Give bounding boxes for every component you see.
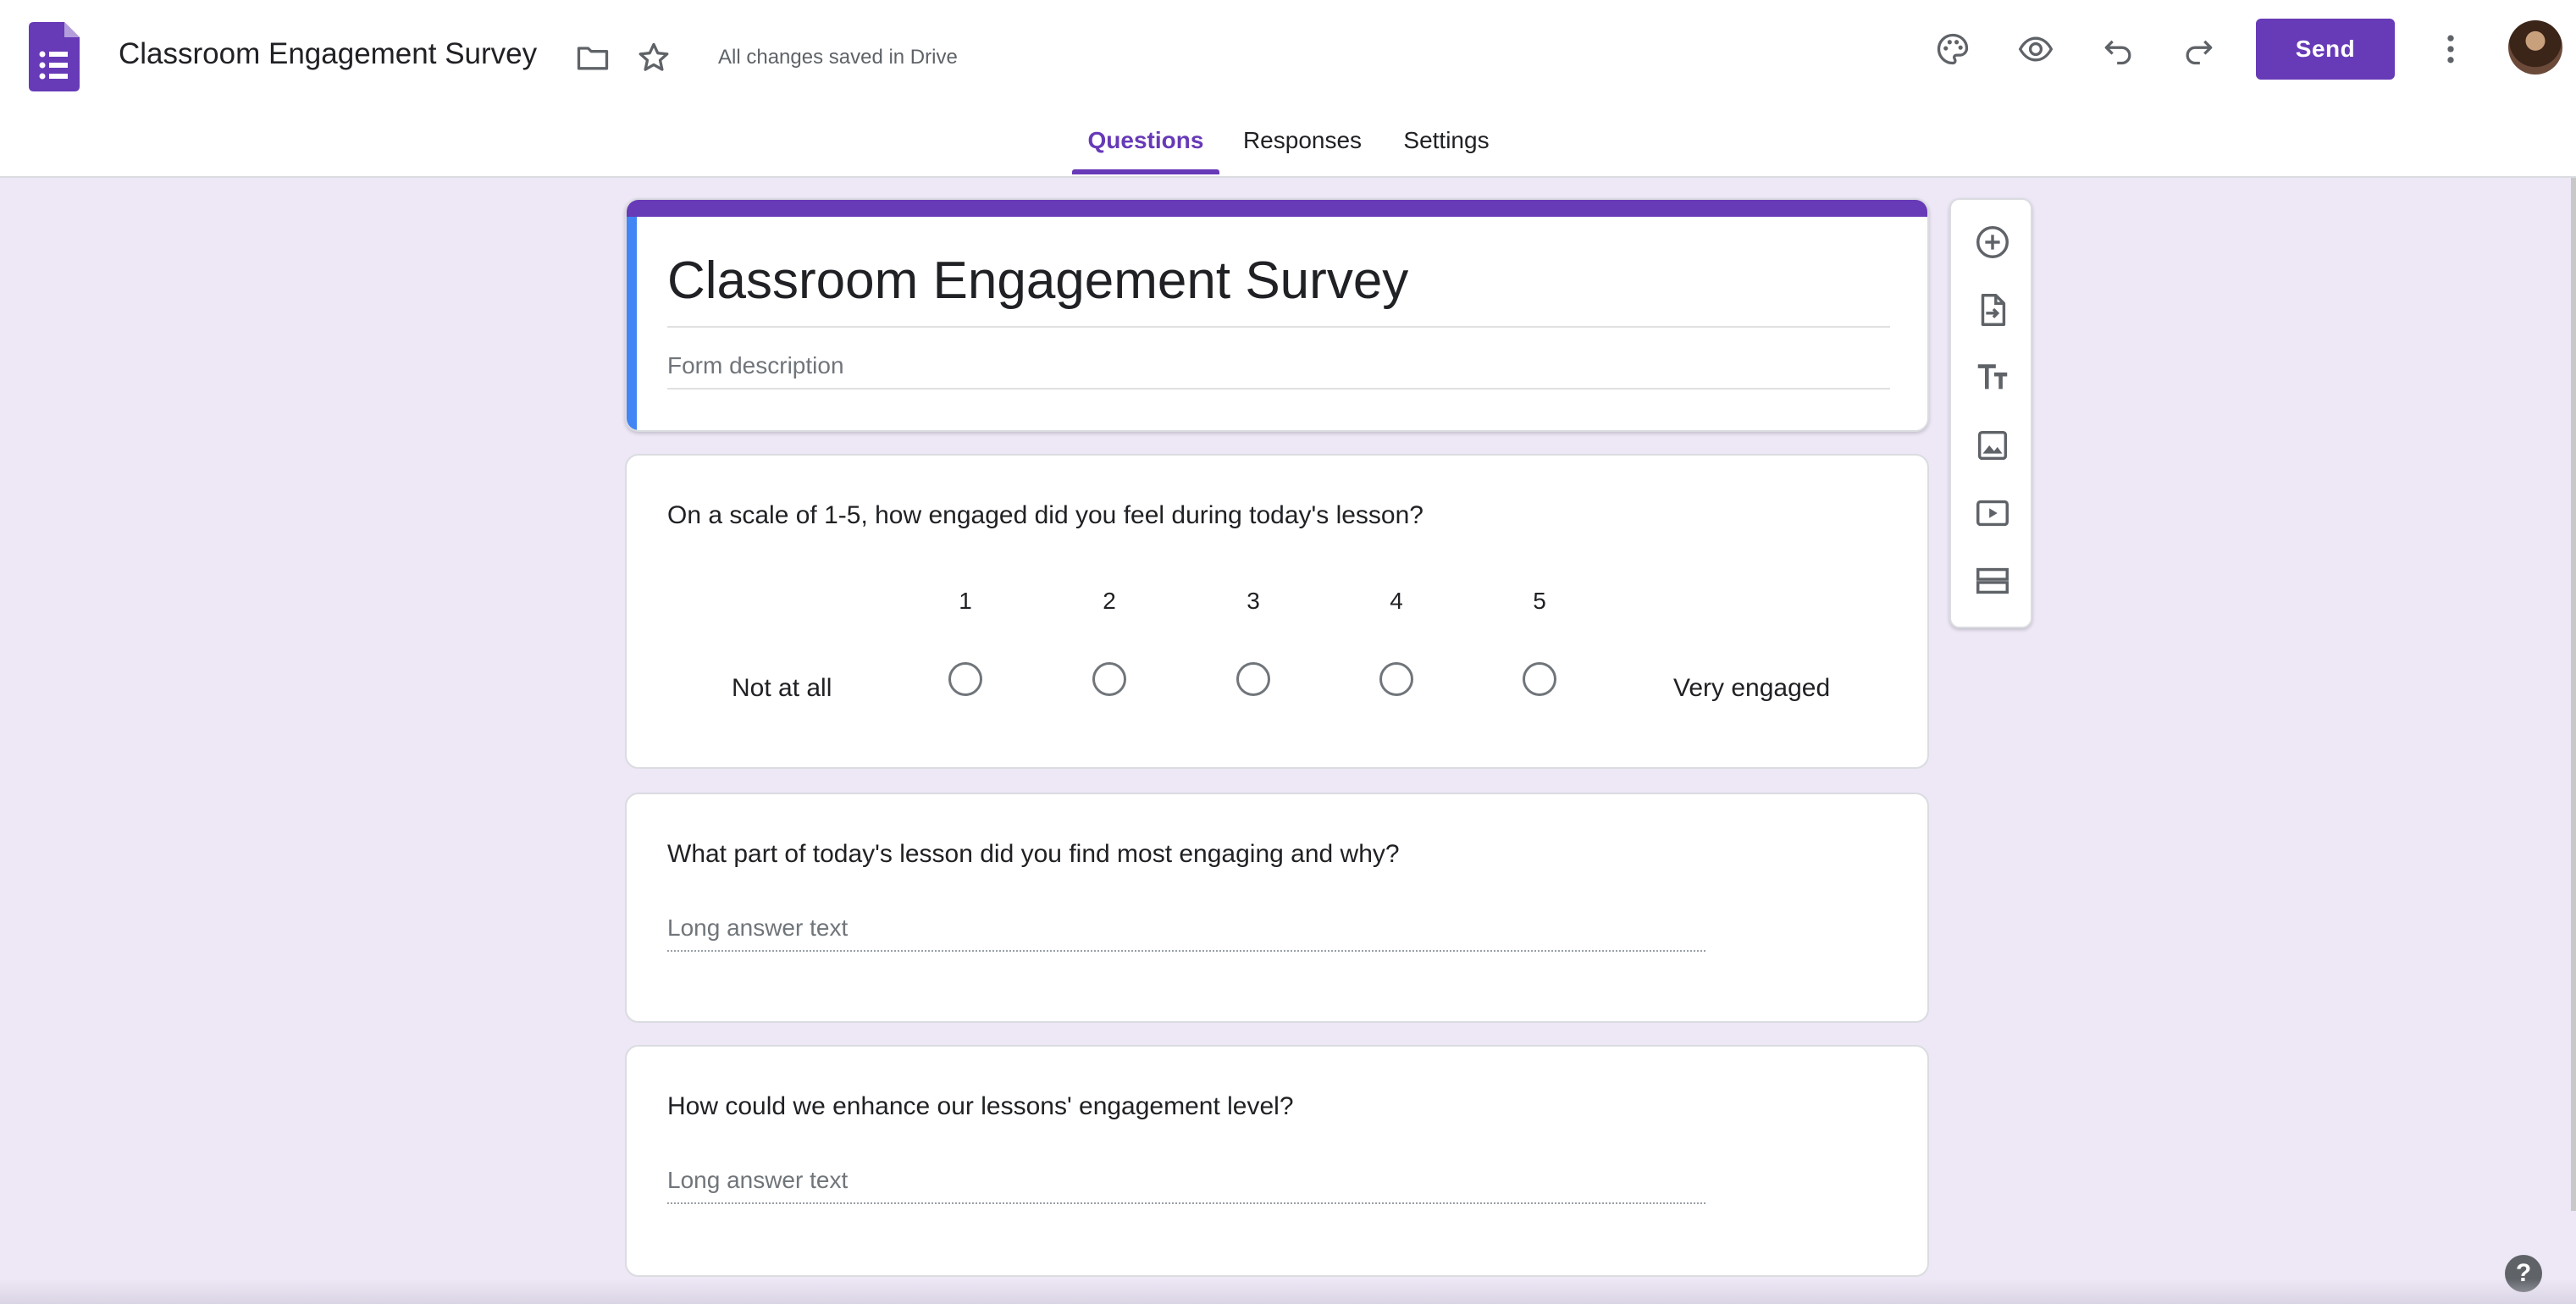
avatar[interactable] — [2508, 20, 2562, 75]
star-icon[interactable] — [627, 30, 681, 85]
forms-logo-icon[interactable] — [29, 22, 80, 91]
scale-radio-5[interactable] — [1523, 662, 1556, 696]
scale-high-label: Very engaged — [1673, 674, 1831, 702]
question-title: What part of today's lesson did you find… — [667, 840, 1400, 868]
scale-number: 3 — [1247, 588, 1260, 614]
focus-indicator — [627, 217, 637, 430]
scale-radio-2[interactable] — [1092, 662, 1126, 696]
scrollbar[interactable] — [2571, 178, 2576, 1211]
long-answer-field[interactable]: Long answer text — [667, 914, 1705, 952]
theme-accent-bar — [627, 200, 1927, 217]
tab-responses[interactable]: Responses — [1235, 127, 1370, 178]
scale-number: 4 — [1390, 588, 1403, 614]
document-title[interactable]: Classroom Engagement Survey — [119, 37, 537, 71]
question-card[interactable]: On a scale of 1-5, how engaged did you f… — [625, 454, 1929, 769]
send-button[interactable]: Send — [2256, 19, 2395, 80]
scale-radio-1[interactable] — [948, 662, 982, 696]
undo-icon[interactable] — [2092, 22, 2146, 76]
more-vert-icon[interactable] — [2424, 22, 2478, 76]
add-video-icon[interactable] — [1965, 486, 2020, 540]
preview-eye-icon[interactable] — [2009, 22, 2063, 76]
tab-settings[interactable]: Settings — [1392, 127, 1501, 178]
question-card[interactable]: How could we enhance our lessons' engage… — [625, 1045, 1929, 1277]
palette-icon[interactable] — [1926, 22, 1980, 76]
long-answer-field[interactable]: Long answer text — [667, 1167, 1705, 1204]
form-title-card: Classroom Engagement Survey Form descrip… — [625, 198, 1929, 432]
question-card[interactable]: What part of today's lesson did you find… — [625, 793, 1929, 1023]
floating-toolbar — [1949, 198, 2032, 628]
question-title: How could we enhance our lessons' engage… — [667, 1092, 1294, 1120]
scale-low-label: Not at all — [732, 674, 832, 702]
scale-number: 1 — [959, 588, 972, 614]
add-section-icon[interactable] — [1965, 554, 2020, 608]
scale-number: 5 — [1533, 588, 1546, 614]
add-question-icon[interactable] — [1965, 215, 2020, 269]
save-status: All changes saved in Drive — [718, 46, 958, 69]
active-tab-indicator — [1072, 169, 1219, 174]
add-title-icon[interactable] — [1965, 351, 2020, 405]
scale-radio-4[interactable] — [1379, 662, 1413, 696]
add-image-icon[interactable] — [1965, 418, 2020, 472]
import-questions-icon[interactable] — [1965, 283, 2020, 337]
scale-number: 2 — [1103, 588, 1116, 614]
bottom-shadow — [0, 1279, 2576, 1304]
redo-icon[interactable] — [2171, 22, 2225, 76]
top-bar: Classroom Engagement Survey All changes … — [0, 0, 2576, 178]
folder-icon[interactable] — [566, 30, 620, 85]
form-description-field[interactable]: Form description — [667, 352, 1890, 390]
form-title[interactable]: Classroom Engagement Survey — [667, 251, 1890, 328]
question-title: On a scale of 1-5, how engaged did you f… — [667, 501, 1423, 529]
tab-bar: Questions Responses Settings — [0, 127, 2576, 178]
scale-radio-3[interactable] — [1236, 662, 1270, 696]
